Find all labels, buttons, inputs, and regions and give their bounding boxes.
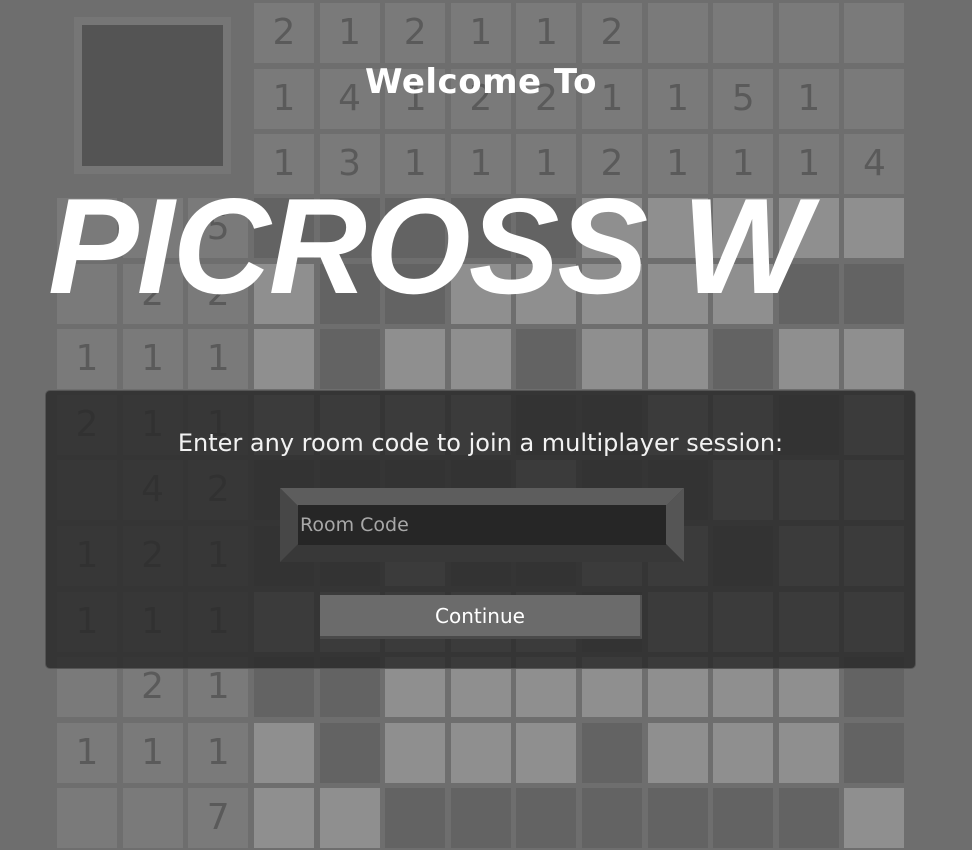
board-cell[interactable]: [582, 329, 642, 390]
board-cell[interactable]: [778, 329, 839, 390]
join-prompt: Enter any room code to join a multiplaye…: [177, 429, 784, 457]
game-logo: PICROSS W: [48, 170, 810, 322]
column-clue: [713, 3, 774, 63]
board-cell[interactable]: [450, 788, 511, 849]
column-clue: [647, 3, 708, 63]
row-clue: 7: [188, 788, 249, 849]
board-cell[interactable]: [516, 788, 577, 849]
board-cell[interactable]: [254, 722, 314, 783]
column-clue: 2: [254, 3, 314, 63]
board-cell[interactable]: [713, 788, 774, 849]
column-clue: 1: [450, 3, 511, 63]
board-cell[interactable]: [778, 788, 839, 849]
board-cell[interactable]: [319, 329, 380, 390]
board-cell[interactable]: [516, 722, 577, 783]
board-cell[interactable]: [254, 788, 314, 849]
board-cell[interactable]: [844, 329, 905, 390]
column-clue: 1: [319, 3, 380, 63]
board-cell[interactable]: [647, 329, 708, 390]
board-cell[interactable]: [582, 788, 642, 849]
board-cell[interactable]: [844, 263, 905, 324]
board-cell[interactable]: [385, 329, 446, 390]
board-cell[interactable]: [582, 722, 642, 783]
row-clue: 1: [122, 329, 183, 390]
board-cell[interactable]: [254, 329, 314, 390]
column-clue: [778, 3, 839, 63]
row-clue: 1: [57, 329, 117, 390]
column-clue: 4: [844, 134, 905, 195]
board-cell[interactable]: [844, 722, 905, 783]
column-clue: 2: [582, 3, 642, 63]
continue-button[interactable]: Continue: [320, 595, 642, 639]
board-cell[interactable]: [713, 329, 774, 390]
row-clue: 1: [57, 722, 117, 783]
board-cell[interactable]: [778, 722, 839, 783]
board-cell[interactable]: [713, 722, 774, 783]
board-cell[interactable]: [844, 788, 905, 849]
row-clue: [57, 788, 117, 849]
row-clue: 1: [188, 722, 249, 783]
column-clue: 2: [385, 3, 446, 63]
column-clue: [844, 3, 905, 63]
row-clue: 1: [122, 722, 183, 783]
board-cell[interactable]: [450, 722, 511, 783]
board-cell[interactable]: [844, 198, 905, 258]
row-clue: 1: [188, 329, 249, 390]
board-cell[interactable]: [385, 722, 446, 783]
game-screen: 2111432111211212121151114522111211421211…: [0, 0, 972, 850]
welcome-heading: Welcome To: [365, 62, 597, 102]
board-cell[interactable]: [450, 329, 511, 390]
board-cell[interactable]: [319, 722, 380, 783]
row-clue: [122, 788, 183, 849]
column-clue: 1: [516, 3, 577, 63]
board-cell[interactable]: [319, 788, 380, 849]
join-room-dialog: Enter any room code to join a multiplaye…: [45, 390, 916, 669]
board-cell[interactable]: [647, 788, 708, 849]
board-cell[interactable]: [647, 722, 708, 783]
room-code-input[interactable]: [298, 505, 666, 545]
board-cell[interactable]: [516, 329, 577, 390]
board-cell[interactable]: [385, 788, 446, 849]
